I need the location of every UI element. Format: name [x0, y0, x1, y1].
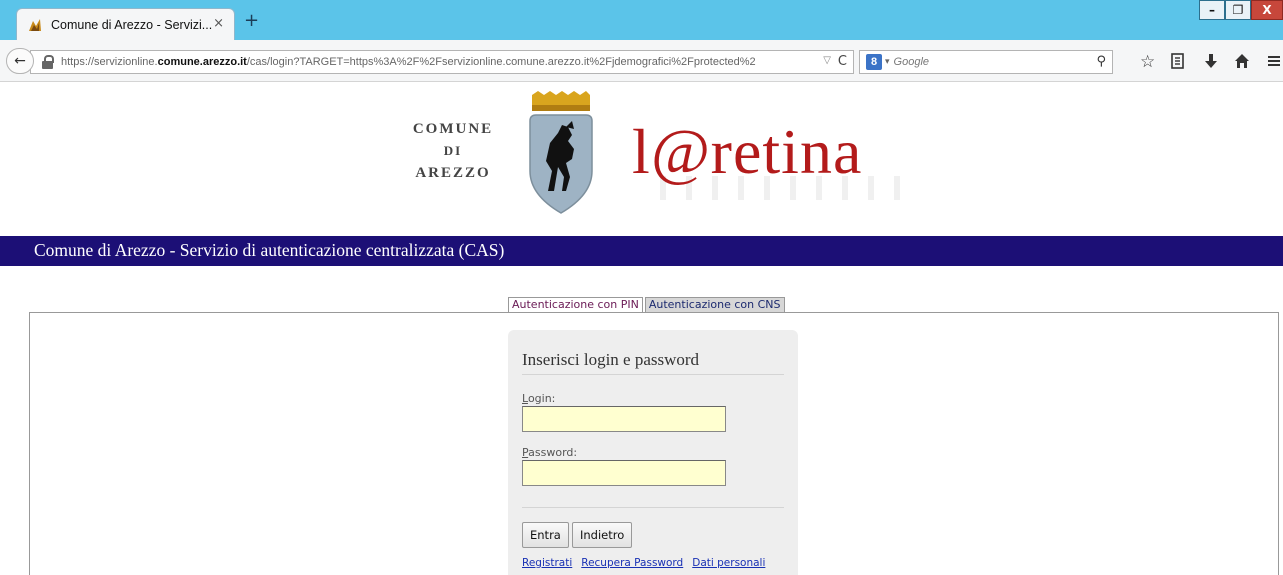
tab-close-icon[interactable]: × — [213, 16, 224, 31]
laretina-brand-logo: l@retina — [632, 112, 862, 192]
login-box: Inserisci login e password Login: Passwo… — [508, 330, 798, 575]
register-link[interactable]: Registrati — [522, 557, 572, 569]
tab-pin-auth[interactable]: Autenticazione con PIN — [508, 297, 643, 313]
home-icon[interactable] — [1234, 52, 1250, 75]
google-engine-icon[interactable]: 8 — [866, 54, 882, 70]
search-icon[interactable]: ⚲ — [1096, 54, 1106, 69]
header-band: Comune di Arezzo - Servizio di autentica… — [0, 236, 1283, 266]
search-placeholder: Google — [893, 56, 930, 68]
page-title: Comune di Arezzo - Servizio di autentica… — [34, 240, 505, 260]
logo-line-1: COMUNE — [412, 121, 494, 137]
brand-suffix: retina — [710, 116, 863, 187]
auth-tabs: Autenticazione con PIN Autenticazione co… — [508, 297, 785, 313]
browser-titlebar: Comune di Arezzo - Servizi... × + – ❐ X — [0, 0, 1283, 40]
url-domain: comune.arezzo.it — [157, 56, 247, 68]
brand-at: @ — [650, 116, 711, 187]
comune-di-arezzo-logo: COMUNE DI AREZZO — [403, 118, 503, 184]
arezzo-crest-icon — [526, 91, 596, 215]
new-tab-button[interactable]: + — [244, 10, 259, 31]
minimize-button[interactable]: – — [1199, 0, 1225, 20]
reload-icon[interactable]: C — [838, 54, 847, 69]
window-controls: – ❐ X — [1199, 0, 1283, 20]
password-label-rest: assword: — [528, 446, 578, 459]
personal-data-link[interactable]: Dati personali — [692, 557, 765, 569]
login-input[interactable] — [522, 406, 726, 432]
back-button[interactable]: ← — [6, 48, 34, 74]
login-submit-button[interactable]: Entra — [522, 522, 569, 548]
url-text[interactable]: https://servizionline.comune.arezzo.it/c… — [61, 56, 831, 68]
password-input[interactable] — [522, 460, 726, 486]
logo-line-2: DI — [443, 143, 463, 158]
back-button-form[interactable]: Indietro — [572, 522, 633, 548]
reading-list-icon[interactable] — [1170, 52, 1186, 75]
logo-line-3: AREZZO — [415, 165, 491, 181]
url-prefix: https://servizionline. — [61, 56, 158, 68]
login-links: Registrati Recupera Password Dati person… — [522, 557, 765, 569]
tab-title: Comune di Arezzo - Servizi... — [51, 17, 213, 32]
login-label-rest: ogin: — [527, 392, 556, 405]
url-dropdown-icon[interactable]: ▽ — [823, 55, 831, 66]
arezzo-favicon-icon — [27, 17, 43, 33]
url-bar[interactable]: https://servizionline.comune.arezzo.it/c… — [30, 50, 854, 74]
restore-button[interactable]: ❐ — [1225, 0, 1251, 20]
recover-password-link[interactable]: Recupera Password — [581, 557, 683, 569]
back-icon: ← — [14, 53, 26, 69]
login-label: Login: — [522, 392, 555, 405]
tab-cns-auth[interactable]: Autenticazione con CNS — [644, 297, 785, 313]
divider — [522, 507, 784, 508]
close-window-button[interactable]: X — [1251, 0, 1283, 20]
browser-tab[interactable]: Comune di Arezzo - Servizi... × — [16, 8, 235, 40]
download-icon[interactable] — [1204, 52, 1218, 75]
url-path: /cas/login?TARGET=https%3A%2F%2Fservizio… — [246, 56, 756, 68]
search-bar[interactable]: 8 ▾ Google ⚲ — [859, 50, 1113, 74]
login-title: Inserisci login e password — [522, 350, 700, 369]
divider — [522, 374, 784, 375]
browser-navbar: https://servizionline.comune.arezzo.it/c… — [0, 40, 1283, 82]
engine-dropdown-icon[interactable]: ▾ — [885, 57, 890, 67]
bookmark-star-icon[interactable]: ☆ — [1140, 52, 1155, 72]
password-label: Password: — [522, 446, 577, 459]
lock-icon — [41, 55, 55, 69]
menu-icon[interactable] — [1268, 52, 1280, 75]
brand-prefix: l — [632, 116, 651, 187]
